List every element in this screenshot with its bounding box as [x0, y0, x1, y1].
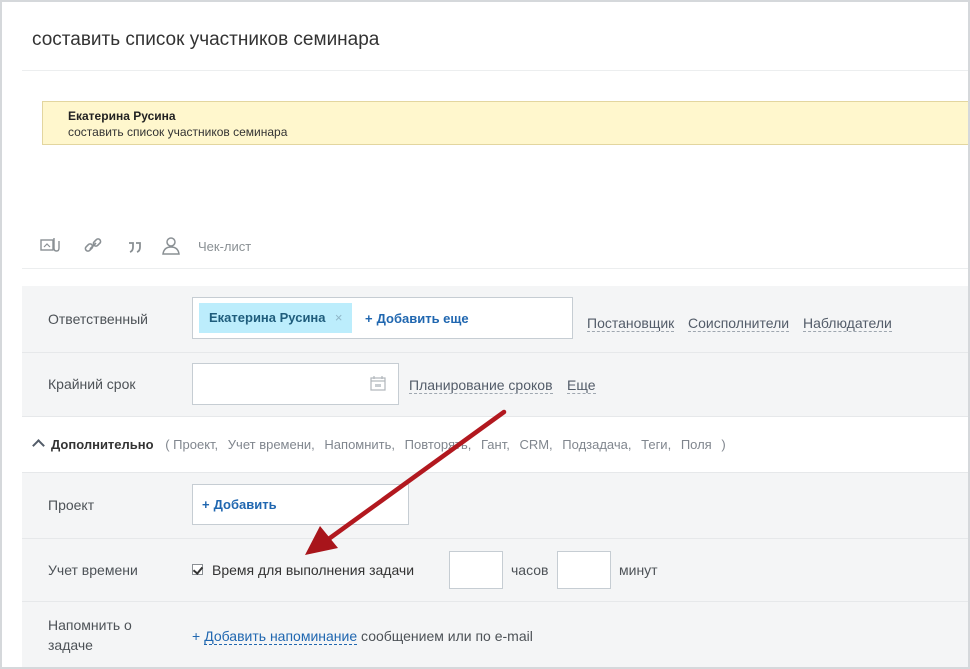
extra-item-project[interactable]: Проект,: [173, 437, 218, 452]
time-tracking-checkbox-label[interactable]: Время для выполнения задачи: [212, 562, 414, 578]
deadline-more-link[interactable]: Еще: [567, 377, 596, 394]
paren-close: ): [721, 437, 726, 452]
extra-title: Дополнительно: [51, 437, 154, 452]
reminder-label-2: задаче: [48, 637, 93, 653]
paren-open: (: [165, 437, 170, 452]
extra-item-remind[interactable]: Напомнить,: [324, 437, 395, 452]
plus-icon: +: [365, 311, 373, 326]
add-project-label: Добавить: [213, 497, 277, 512]
responsible-chip[interactable]: Екатерина Русина ×: [199, 303, 352, 333]
plus-icon: +: [192, 628, 201, 644]
observers-link[interactable]: Наблюдатели: [803, 315, 892, 332]
calendar-icon[interactable]: [370, 375, 386, 396]
extra-item-crm[interactable]: CRM,: [519, 437, 552, 452]
toolbar-divider: [22, 268, 968, 269]
task-fields-panel: Ответственный Екатерина Русина × + Добави…: [22, 286, 968, 667]
extra-item-subtask[interactable]: Подзадача,: [562, 437, 631, 452]
minutes-unit: минут: [619, 562, 658, 578]
extra-item-tags[interactable]: Теги,: [641, 437, 671, 452]
project-field[interactable]: + Добавить: [192, 484, 409, 525]
chevron-up-icon: [32, 439, 45, 452]
extra-options-list: ( Проект, Учет времени, Напомнить, Повто…: [162, 437, 726, 452]
plus-icon: +: [202, 497, 210, 512]
reminder-label-1: Напомнить о: [48, 617, 132, 633]
row-divider: [22, 352, 968, 353]
responsible-label: Ответственный: [48, 311, 148, 327]
comment-note: Екатерина Русина составить список участн…: [42, 101, 968, 145]
mention-user-icon[interactable]: [160, 235, 182, 257]
minutes-input[interactable]: [557, 551, 611, 589]
deadline-input[interactable]: [192, 363, 399, 405]
row-divider: [22, 538, 968, 539]
add-more-label: Добавить еще: [376, 311, 469, 326]
link-icon[interactable]: [82, 235, 104, 257]
hours-unit: часов: [511, 562, 549, 578]
task-title: составить список участников семинара: [32, 29, 380, 50]
add-more-responsible-button[interactable]: + Добавить еще: [365, 311, 469, 326]
add-reminder: + Добавить напоминание сообщением или по …: [192, 628, 533, 645]
responsible-chip-name: Екатерина Русина: [209, 310, 326, 325]
checklist-button[interactable]: Чек-лист: [198, 239, 251, 254]
add-project-button[interactable]: + Добавить: [202, 497, 277, 512]
title-divider: [22, 70, 968, 71]
coexecutors-link[interactable]: Соисполнители: [688, 315, 790, 332]
extra-toggle[interactable]: Дополнительно ( Проект, Учет времени, На…: [30, 437, 726, 452]
extra-item-time[interactable]: Учет времени,: [228, 437, 315, 452]
task-window: составить список участников семинара Ека…: [0, 0, 970, 669]
deadline-label: Крайний срок: [48, 376, 136, 392]
attach-file-icon[interactable]: [38, 235, 60, 257]
creator-link[interactable]: Постановщик: [587, 315, 675, 332]
row-divider: [22, 472, 968, 473]
reminder-suffix: сообщением или по e-mail: [357, 628, 533, 644]
chip-remove-icon[interactable]: ×: [335, 303, 343, 333]
comment-text: составить список участников семинара: [68, 125, 288, 139]
quote-icon[interactable]: [124, 235, 146, 257]
planning-link[interactable]: Планирование сроков: [409, 377, 553, 394]
responsible-field[interactable]: Екатерина Русина × + Добавить еще: [192, 297, 573, 339]
add-reminder-link[interactable]: Добавить напоминание: [204, 628, 358, 645]
time-tracking-checkbox[interactable]: [192, 564, 203, 575]
comment-author[interactable]: Екатерина Русина: [68, 109, 176, 123]
row-divider: [22, 601, 968, 602]
extra-item-fields[interactable]: Поля: [681, 437, 712, 452]
extra-item-gantt[interactable]: Гант,: [481, 437, 510, 452]
extra-item-repeat[interactable]: Повторять,: [405, 437, 472, 452]
hours-input[interactable]: [449, 551, 503, 589]
project-label: Проект: [48, 497, 95, 513]
time-tracking-label: Учет времени: [48, 562, 138, 578]
